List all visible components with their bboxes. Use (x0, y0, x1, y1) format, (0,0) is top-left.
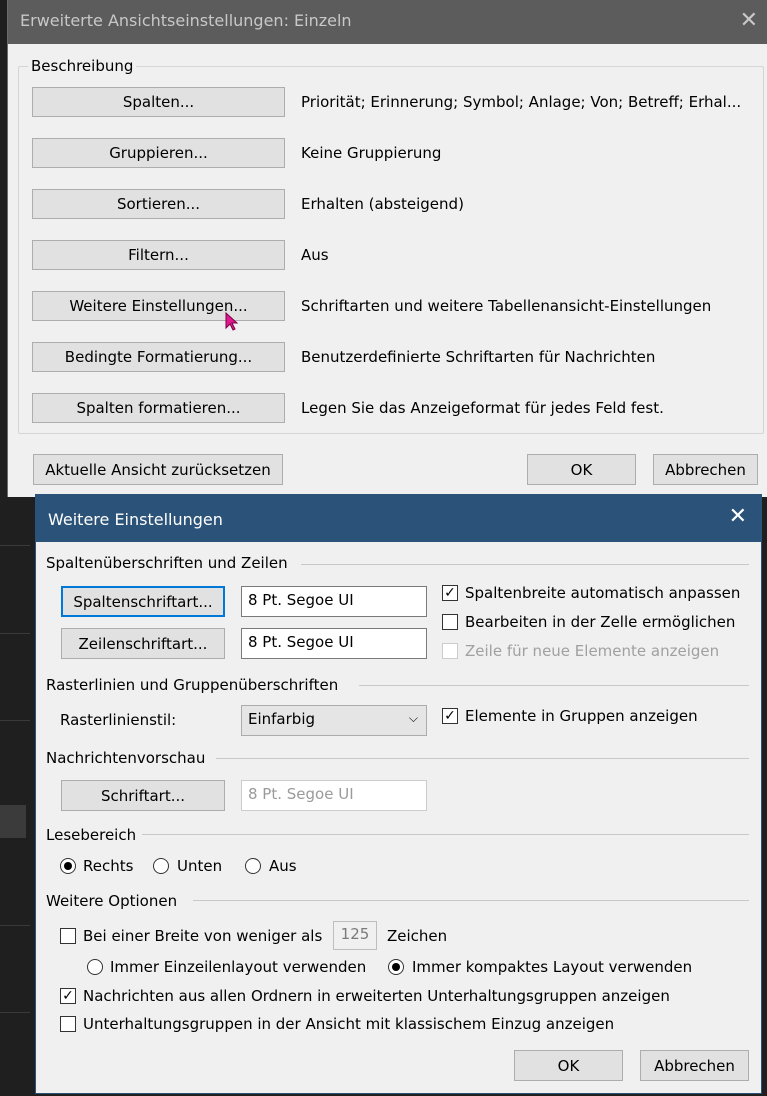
compact-layout-label: Immer kompaktes Layout verwenden (412, 958, 693, 976)
section-divider (216, 758, 749, 759)
reset-view-button[interactable]: Aktuelle Ansicht zurücksetzen (33, 454, 283, 485)
sort-description: Erhalten (absteigend) (301, 195, 464, 213)
reading-pane-section-heading: Lesebereich (46, 826, 137, 844)
ok-button[interactable]: OK (527, 454, 636, 485)
conditional-formatting-description: Benutzerdefinierte Schriftarten für Nach… (301, 348, 656, 366)
filter-button[interactable]: Filtern... (32, 240, 285, 270)
width-threshold-label: Bei einer Breite von weniger als (83, 927, 323, 945)
grid-style-value: Einfarbig (248, 710, 316, 728)
cancel-button[interactable]: Abbrechen (640, 1050, 749, 1081)
group-by-description: Keine Gruppierung (301, 144, 442, 162)
chevron-down-icon: ⌵ (408, 711, 418, 725)
new-item-row-checkbox[interactable] (442, 643, 458, 659)
reading-pane-bottom-radio[interactable] (153, 858, 169, 874)
preview-font-field[interactable]: 8 Pt. Segoe UI (241, 780, 427, 811)
all-folders-label: Nachrichten aus allen Ordnern in erweite… (83, 987, 670, 1005)
other-options-section-heading: Weitere Optionen (46, 892, 178, 910)
format-columns-description: Legen Sie das Anzeigeformat für jedes Fe… (301, 399, 664, 417)
in-cell-edit-checkbox[interactable] (442, 614, 458, 630)
columns-button[interactable]: Spalten... (32, 87, 285, 117)
reading-pane-off-radio[interactable] (245, 858, 261, 874)
section-divider (193, 900, 749, 901)
sort-button[interactable]: Sortieren... (32, 189, 285, 219)
filter-description: Aus (301, 246, 329, 264)
background-divider (0, 633, 30, 634)
other-settings-dialog: Weitere Einstellungen ✕ Spaltenüberschri… (35, 494, 762, 1094)
preview-font-button[interactable]: Schriftart... (61, 780, 225, 811)
section-divider (301, 564, 749, 565)
column-font-field[interactable]: 8 Pt. Segoe UI (241, 586, 427, 617)
single-line-layout-radio[interactable] (87, 959, 103, 975)
in-cell-edit-label: Bearbeiten in der Zelle ermöglichen (465, 613, 736, 631)
preview-section-heading: Nachrichtenvorschau (46, 749, 206, 767)
row-font-field[interactable]: 8 Pt. Segoe UI (241, 628, 427, 659)
mouse-cursor-icon (225, 312, 239, 331)
classic-indent-label: Unterhaltungsgruppen in der Ansicht mit … (83, 1015, 615, 1033)
row-font-button[interactable]: Zeilenschriftart... (61, 628, 225, 659)
classic-indent-checkbox[interactable] (60, 1016, 76, 1032)
close-icon[interactable]: ✕ (729, 504, 747, 529)
description-group-label: Beschreibung (28, 57, 137, 75)
section-divider (359, 685, 749, 686)
advanced-view-settings-dialog: Erweiterte Ansichtseinstellungen: Einzel… (7, 0, 767, 497)
grid-style-label: Rasterlinienstil: (60, 711, 177, 729)
other-settings-button[interactable]: Weitere Einstellungen... (32, 291, 285, 321)
width-threshold-checkbox[interactable] (60, 928, 76, 944)
show-in-groups-checkbox[interactable]: ✓ (442, 708, 458, 724)
width-threshold-input[interactable]: 125 (333, 921, 377, 950)
close-icon[interactable]: ✕ (740, 8, 758, 33)
dialog-title: Erweiterte Ansichtseinstellungen: Einzel… (20, 11, 352, 30)
new-item-row-label: Zeile für neue Elemente anzeigen (465, 642, 720, 660)
auto-width-checkbox[interactable]: ✓ (442, 585, 458, 601)
title-bar: Erweiterte Ansichtseinstellungen: Einzel… (8, 0, 767, 44)
cancel-button[interactable]: Abbrechen (653, 454, 758, 485)
background-divider (0, 925, 30, 926)
grid-style-dropdown[interactable]: Einfarbig ⌵ (241, 705, 427, 736)
grid-section-heading: Rasterlinien und Gruppenüberschriften (46, 676, 339, 694)
reading-pane-right-label: Rechts (83, 857, 134, 875)
columns-section-heading: Spaltenüberschriften und Zeilen (46, 554, 288, 572)
reading-pane-right-radio[interactable] (60, 858, 76, 874)
background-divider (0, 1012, 30, 1013)
conditional-formatting-button[interactable]: Bedingte Formatierung... (32, 342, 285, 372)
background-divider (0, 720, 30, 721)
columns-description: Priorität; Erinnerung; Symbol; Anlage; V… (301, 93, 742, 111)
single-line-layout-label: Immer Einzeilenlayout verwenden (110, 958, 367, 976)
ok-button[interactable]: OK (514, 1050, 623, 1081)
all-folders-checkbox[interactable]: ✓ (60, 988, 76, 1004)
section-divider (142, 834, 749, 835)
show-in-groups-label: Elemente in Gruppen anzeigen (465, 707, 698, 725)
auto-width-label: Spaltenbreite automatisch anpassen (465, 584, 741, 602)
dialog-title: Weitere Einstellungen (48, 510, 223, 529)
width-threshold-unit: Zeichen (387, 927, 448, 945)
column-font-button[interactable]: Spaltenschriftart... (61, 586, 225, 617)
format-columns-button[interactable]: Spalten formatieren... (32, 393, 285, 423)
compact-layout-radio[interactable] (388, 959, 404, 975)
background-divider (0, 545, 30, 546)
background-selected-row (0, 805, 26, 838)
other-settings-description: Schriftarten und weitere Tabellenansicht… (301, 297, 712, 315)
title-bar: Weitere Einstellungen ✕ (36, 495, 761, 542)
reading-pane-off-label: Aus (269, 857, 297, 875)
reading-pane-bottom-label: Unten (177, 857, 223, 875)
group-by-button[interactable]: Gruppieren... (32, 138, 285, 168)
